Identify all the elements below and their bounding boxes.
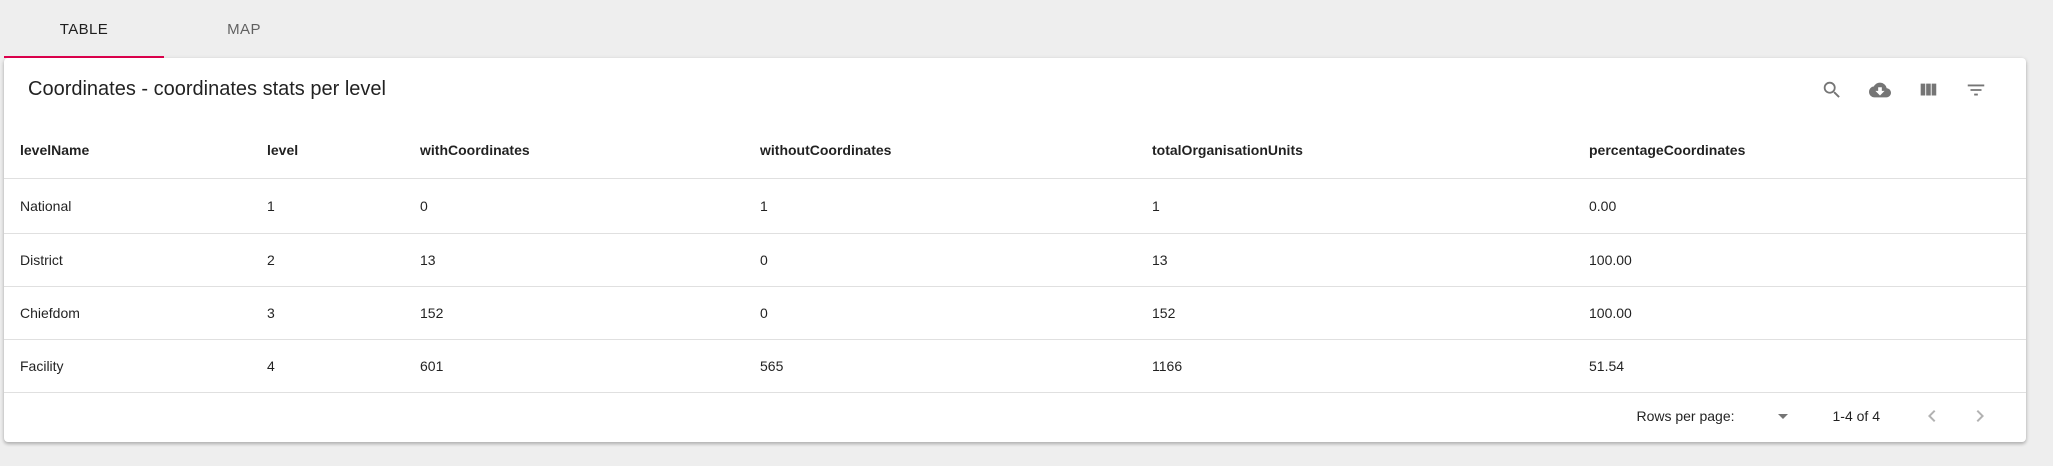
tab-table[interactable]: TABLE (4, 0, 164, 58)
column-header-percentagecoordinates[interactable]: percentageCoordinates (1573, 122, 2026, 179)
table-cell: 3 (251, 286, 404, 340)
table-cell: 1 (744, 178, 1136, 234)
search-icon (1823, 81, 1840, 98)
table-cell: 4 (251, 339, 404, 393)
column-header-level[interactable]: level (251, 122, 404, 179)
table-row[interactable]: National 1 0 1 1 0.00 (4, 178, 2026, 234)
filter-list-icon (1967, 84, 1985, 96)
table-row[interactable]: District 2 13 0 13 100.00 (4, 233, 2026, 287)
table-cell: 13 (404, 233, 744, 287)
table-cell: Chiefdom (4, 286, 251, 340)
table-cell: District (4, 233, 251, 287)
tab-bar: TABLE MAP (4, 0, 324, 58)
table-cell: 565 (744, 339, 1136, 393)
table-cell: 601 (404, 339, 744, 393)
table-cell: 1166 (1136, 339, 1573, 393)
next-page-button[interactable] (1956, 396, 2004, 436)
pagination-range: 1-4 of 4 (1832, 408, 1880, 424)
previous-page-button[interactable] (1908, 396, 1956, 436)
table-cell: 1 (251, 178, 404, 234)
table-row[interactable]: Facility 4 601 565 1166 51.54 (4, 339, 2026, 393)
view-column-icon (1920, 83, 1937, 96)
download-button[interactable] (1856, 72, 1904, 108)
table-pagination: Rows per page: 1-4 of 4 (4, 390, 2026, 442)
table-cell: 152 (404, 286, 744, 340)
arrow-drop-down-icon (1777, 414, 1788, 419)
view-columns-button[interactable] (1904, 72, 1952, 108)
table-cell: 2 (251, 233, 404, 287)
table-cell: 0 (744, 286, 1136, 340)
table-cell: 0.00 (1573, 178, 2026, 234)
data-table-panel: Coordinates - coordinates stats per leve… (4, 58, 2026, 442)
chevron-right-icon (1976, 410, 1984, 422)
table-toolbar: Coordinates - coordinates stats per leve… (4, 58, 2026, 122)
table-cell: Facility (4, 339, 251, 393)
column-header-withoutcoordinates[interactable]: withoutCoordinates (744, 122, 1136, 179)
table-cell: 51.54 (1573, 339, 2026, 393)
table-row[interactable]: Chiefdom 3 152 0 152 100.00 (4, 286, 2026, 340)
search-button[interactable] (1808, 72, 1856, 108)
column-header-withcoordinates[interactable]: withCoordinates (404, 122, 744, 179)
column-header-levelname[interactable]: levelName (4, 122, 251, 179)
tab-map[interactable]: MAP (164, 0, 324, 58)
table-cell: 0 (744, 233, 1136, 287)
rows-per-page-label: Rows per page: (1636, 408, 1735, 424)
cloud-download-icon (1869, 82, 1891, 98)
table-cell: 13 (1136, 233, 1573, 287)
table-cell: 152 (1136, 286, 1573, 340)
rows-per-page-select[interactable] (1763, 404, 1803, 428)
data-table: levelName level withCoordinates withoutC… (4, 122, 2026, 393)
table-cell: National (4, 178, 251, 234)
table-header-row: levelName level withCoordinates withoutC… (4, 122, 2026, 179)
table-cell: 0 (404, 178, 744, 234)
filter-button[interactable] (1952, 72, 2000, 108)
table-cell: 1 (1136, 178, 1573, 234)
chevron-left-icon (1928, 410, 1936, 422)
page-title: Coordinates - coordinates stats per leve… (28, 78, 386, 100)
table-cell: 100.00 (1573, 286, 2026, 340)
table-cell: 100.00 (1573, 233, 2026, 287)
column-header-totalorganisationunits[interactable]: totalOrganisationUnits (1136, 122, 1573, 179)
